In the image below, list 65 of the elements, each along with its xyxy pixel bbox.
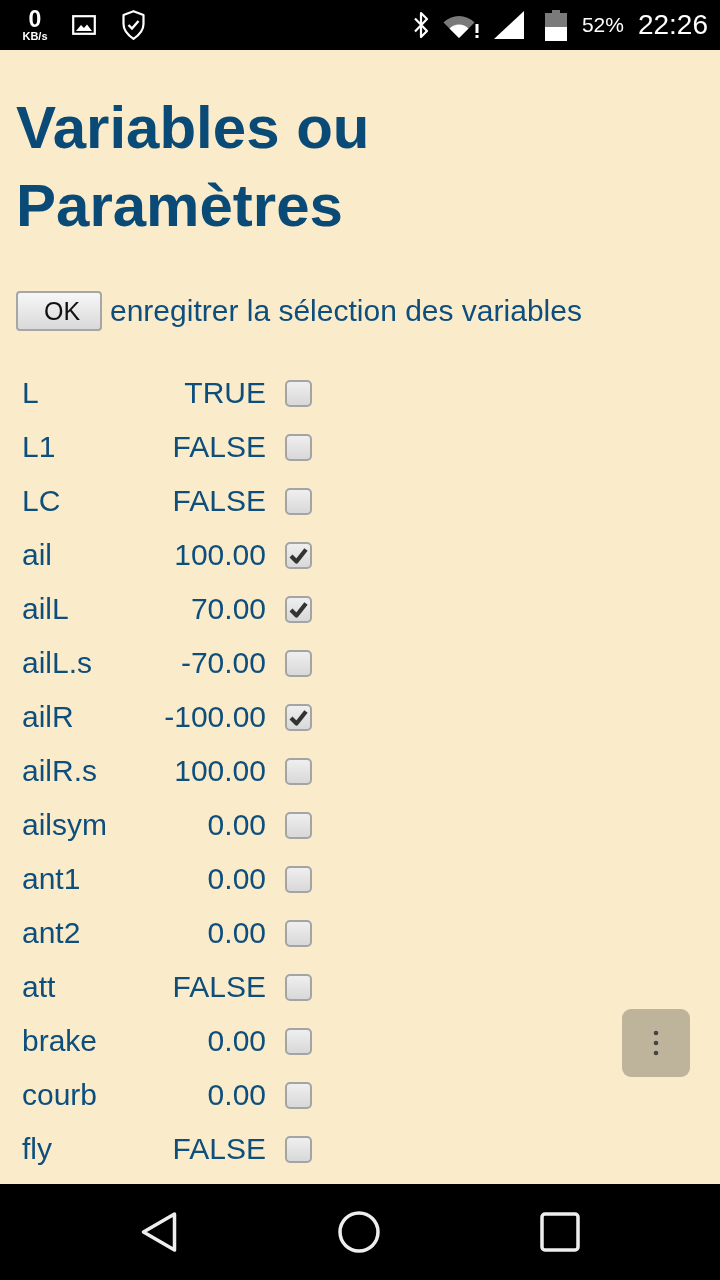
variable-name: ail <box>22 537 53 573</box>
signal-icon <box>493 11 524 39</box>
checkmark-icon <box>289 708 308 726</box>
variable-name: ant1 <box>22 861 82 897</box>
variable-name: L1 <box>22 429 57 465</box>
variable-name: att <box>22 969 57 1005</box>
checkbox[interactable] <box>285 649 312 677</box>
variable-value: -100.00 <box>164 699 266 735</box>
checkbox[interactable] <box>285 757 312 785</box>
variable-value: TRUE <box>184 375 266 411</box>
variable-value: 0.00 <box>207 861 266 897</box>
save-selection-label: enregitrer la sélection des variables <box>110 294 582 328</box>
net-speed-unit: KB/s <box>22 29 48 42</box>
variable-name: ailL <box>22 591 70 627</box>
more-options-button[interactable] <box>622 1009 690 1077</box>
back-icon[interactable] <box>140 1211 178 1253</box>
checkmark-icon <box>289 600 308 618</box>
battery-percent: 52% <box>581 13 624 37</box>
checkbox[interactable] <box>285 919 312 947</box>
variable-value: FALSE <box>172 969 266 1005</box>
bluetooth-icon <box>411 11 430 39</box>
variable-value: FALSE <box>172 1131 266 1167</box>
variable-name: L <box>22 375 40 411</box>
checkbox[interactable] <box>285 865 312 893</box>
checkbox[interactable] <box>285 379 312 407</box>
variable-value: 0.00 <box>207 1077 266 1113</box>
variable-value: FALSE <box>172 429 266 465</box>
image-icon <box>72 15 96 35</box>
checkbox[interactable] <box>285 1135 312 1163</box>
checkbox[interactable] <box>285 973 312 1001</box>
more-icon <box>653 1030 659 1056</box>
battery-icon <box>544 9 567 41</box>
ok-button[interactable]: OK <box>16 291 102 331</box>
home-icon[interactable] <box>338 1211 380 1253</box>
clock-time: 22:26 <box>637 9 708 41</box>
checkmark-icon <box>289 546 308 564</box>
checkbox[interactable] <box>285 541 312 569</box>
shield-check-icon <box>122 10 145 40</box>
variable-name: brake <box>22 1023 99 1059</box>
checkbox[interactable] <box>285 487 312 515</box>
variable-name: ailR <box>22 699 75 735</box>
variable-name: courb <box>22 1077 99 1113</box>
variable-name: LC <box>22 483 62 519</box>
recents-icon[interactable] <box>540 1212 580 1252</box>
checkbox[interactable] <box>285 1027 312 1055</box>
variable-value: 100.00 <box>174 753 266 789</box>
variable-value: 0.00 <box>207 915 266 951</box>
net-speed-value: 0 <box>28 8 42 30</box>
checkbox[interactable] <box>285 703 312 731</box>
variable-value: FALSE <box>172 483 266 519</box>
variable-name: ailL.s <box>22 645 94 681</box>
variable-name: ailR.s <box>22 753 98 789</box>
variable-value: 70.00 <box>190 591 266 627</box>
page-title: Variables ou Paramètres <box>16 93 371 241</box>
variable-value: 100.00 <box>174 537 266 573</box>
variable-value: 0.00 <box>207 1023 266 1059</box>
checkbox[interactable] <box>285 1081 312 1109</box>
checkbox[interactable] <box>285 811 312 839</box>
variable-value: 0.00 <box>207 807 266 843</box>
checkbox[interactable] <box>285 433 312 461</box>
variable-name: ant2 <box>22 915 82 951</box>
variable-name: fly <box>22 1131 53 1167</box>
variable-name: ailsym <box>22 807 108 843</box>
variable-value: -70.00 <box>180 645 266 681</box>
checkbox[interactable] <box>285 595 312 623</box>
